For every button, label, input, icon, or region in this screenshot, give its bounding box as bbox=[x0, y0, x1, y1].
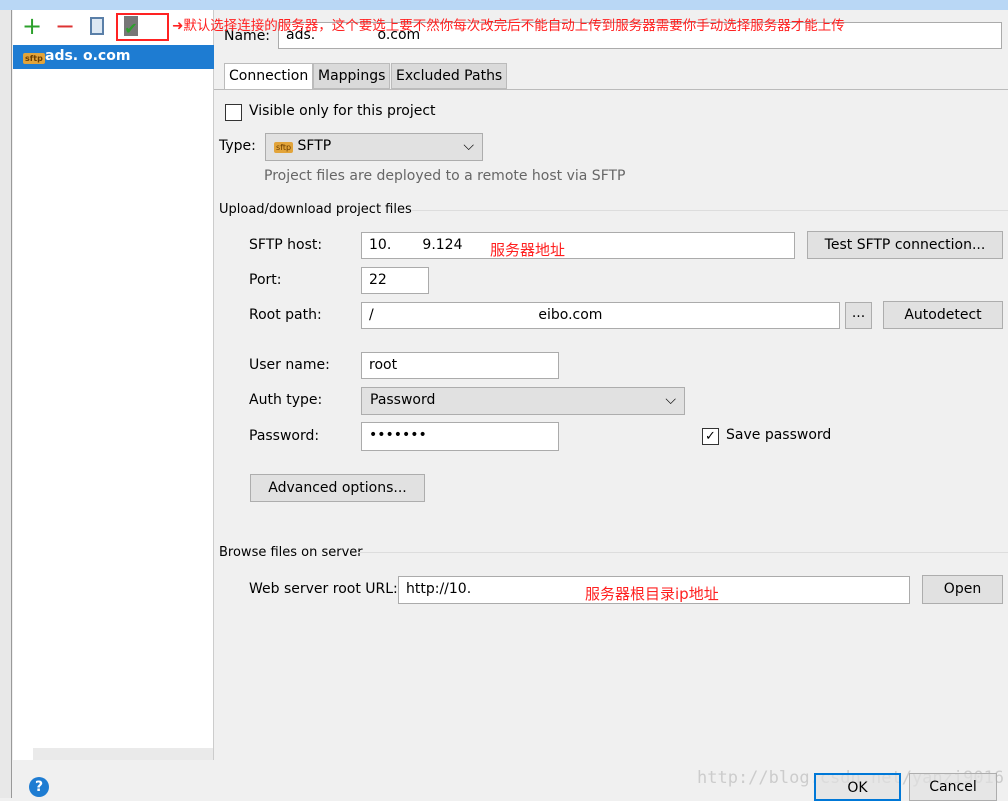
sftp-host-field[interactable]: 10. 9.124 bbox=[361, 232, 795, 259]
tab-divider bbox=[214, 89, 1008, 90]
copy-icon[interactable] bbox=[90, 17, 104, 35]
browse-group-label: Browse files on server bbox=[219, 545, 363, 560]
auth-type-label: Auth type: bbox=[249, 392, 323, 408]
divider bbox=[411, 210, 1008, 211]
advanced-options-button[interactable]: Advanced options... bbox=[250, 474, 425, 502]
save-password-label: Save password bbox=[726, 427, 832, 443]
annotation-default-server: ➜默认选择连接的服务器，这个要选上要不然你每次改完后不能自动上传到服务器需要你手… bbox=[172, 17, 845, 35]
auth-type-select[interactable]: Password ⌵ bbox=[361, 387, 685, 415]
user-name-field[interactable]: root bbox=[361, 352, 559, 379]
web-url-label: Web server root URL: bbox=[249, 581, 398, 597]
sftp-icon: sftp bbox=[23, 49, 45, 65]
sftp-host-label: SFTP host: bbox=[249, 237, 323, 253]
visible-only-checkbox[interactable] bbox=[225, 104, 242, 121]
title-bar bbox=[0, 0, 1008, 10]
save-password-checkbox[interactable]: ✓ bbox=[702, 428, 719, 445]
sidebar-item-server[interactable]: sftp ads. o.com bbox=[13, 45, 214, 69]
visible-only-label: Visible only for this project bbox=[249, 103, 436, 119]
root-path-field[interactable]: / eibo.com bbox=[361, 302, 840, 329]
open-button[interactable]: Open bbox=[922, 575, 1003, 604]
type-value: SFTP bbox=[297, 138, 332, 154]
arrow-icon: ➜ bbox=[172, 18, 184, 34]
type-description: Project files are deployed to a remote h… bbox=[264, 168, 626, 184]
test-connection-button[interactable]: Test SFTP connection... bbox=[807, 231, 1003, 259]
password-field[interactable]: ••••••• bbox=[361, 422, 559, 451]
server-list[interactable] bbox=[13, 10, 214, 760]
sftp-icon: sftp bbox=[274, 142, 294, 153]
tab-excluded-paths[interactable]: Excluded Paths bbox=[391, 63, 508, 89]
auth-type-value: Password bbox=[370, 392, 436, 408]
divider bbox=[358, 552, 1008, 553]
port-label: Port: bbox=[249, 272, 282, 288]
annotation-host: 服务器地址 bbox=[490, 241, 566, 259]
remove-icon[interactable]: − bbox=[55, 14, 75, 38]
tab-mappings[interactable]: Mappings bbox=[313, 63, 391, 89]
cancel-button[interactable]: Cancel bbox=[909, 773, 997, 801]
chevron-down-icon: ⌵ bbox=[463, 138, 474, 154]
browse-button[interactable]: ... bbox=[845, 302, 872, 329]
help-icon[interactable]: ? bbox=[29, 777, 49, 797]
annotation-url: 服务器根目录ip地址 bbox=[585, 585, 719, 603]
user-name-label: User name: bbox=[249, 357, 330, 373]
sidebar-scrollbar[interactable] bbox=[33, 748, 213, 760]
sftp-icon-label: sftp bbox=[23, 53, 45, 64]
tab-connection[interactable]: Connection bbox=[224, 63, 314, 90]
ok-button[interactable]: OK bbox=[814, 773, 901, 801]
sidebar-item-label: ads. o.com bbox=[45, 48, 131, 64]
annotation-text: 默认选择连接的服务器，这个要选上要不然你每次改完后不能自动上传到服务器需要你手动… bbox=[183, 18, 845, 34]
type-select[interactable]: sftp SFTP ⌵ bbox=[265, 133, 483, 161]
port-field[interactable]: 22 bbox=[361, 267, 429, 294]
chevron-down-icon: ⌵ bbox=[665, 392, 676, 408]
add-icon[interactable]: + bbox=[22, 14, 42, 38]
upload-group-label: Upload/download project files bbox=[219, 202, 412, 217]
background-window bbox=[0, 10, 12, 798]
root-path-label: Root path: bbox=[249, 307, 322, 323]
type-label: Type: bbox=[219, 138, 256, 154]
password-label: Password: bbox=[249, 428, 320, 444]
autodetect-button[interactable]: Autodetect bbox=[883, 301, 1003, 329]
highlight-box bbox=[116, 13, 169, 41]
